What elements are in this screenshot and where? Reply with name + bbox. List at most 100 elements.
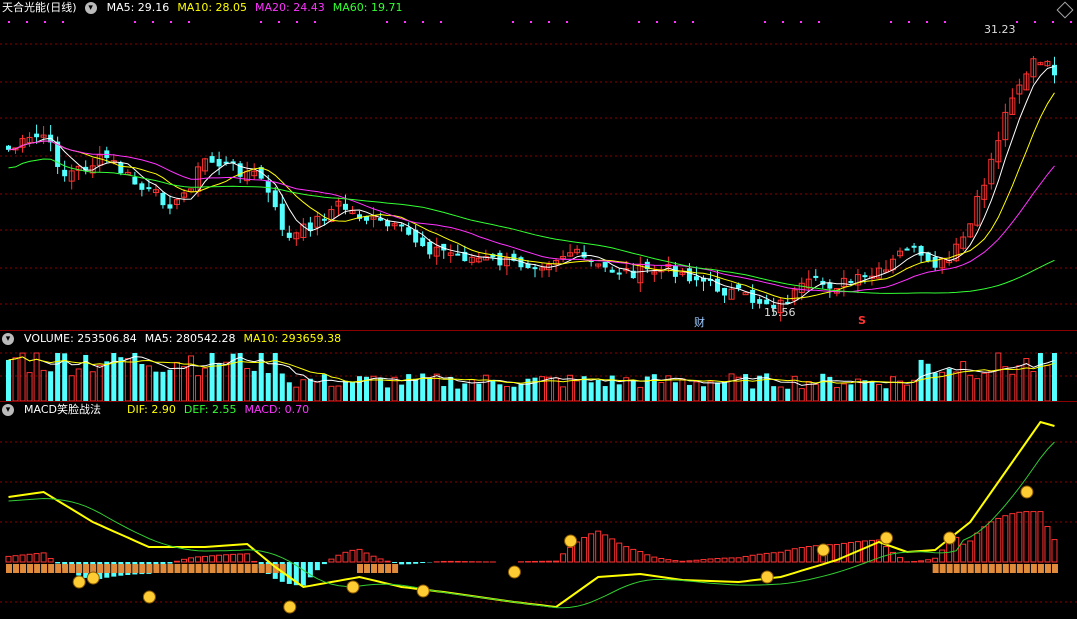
- price-header: 天合光能(日线) ▾ MA5: 29.16 MA10: 28.05 MA20: …: [0, 0, 402, 16]
- candle-body: [406, 227, 412, 235]
- macd-chart[interactable]: [0, 402, 1077, 619]
- macd-bar: [658, 558, 665, 563]
- signal-dot: [1052, 21, 1054, 23]
- macd-bar: [714, 558, 721, 563]
- macd-bar: [420, 562, 426, 564]
- zero-block: [27, 564, 34, 573]
- macd-bar: [223, 554, 230, 563]
- volume-bar: [490, 379, 496, 401]
- candlestick-chart[interactable]: [0, 0, 1077, 330]
- zero-block: [392, 564, 399, 573]
- zero-block: [1002, 564, 1009, 573]
- zero-block: [76, 564, 83, 573]
- zero-block: [1044, 564, 1051, 573]
- volume-bar: [335, 385, 342, 401]
- volume-bar: [181, 366, 187, 401]
- volume-bar: [728, 373, 735, 401]
- zero-block: [20, 564, 27, 573]
- macd-bar: [1051, 539, 1058, 563]
- collapse-caret-icon[interactable]: ▾: [84, 2, 97, 14]
- macd-bar: [399, 562, 405, 565]
- candle-body: [139, 183, 145, 190]
- candle-body: [602, 261, 608, 268]
- macd-bar: [777, 551, 784, 563]
- macd-bar: [356, 548, 363, 563]
- candle-body: [932, 256, 938, 268]
- macd-bar: [328, 558, 335, 563]
- macd-bar: [539, 560, 546, 563]
- volume-bar: [12, 357, 19, 401]
- zero-block: [83, 564, 90, 573]
- volume-bar: [6, 359, 11, 401]
- macd-bar: [609, 538, 616, 563]
- macd-bar: [925, 559, 932, 563]
- volume-bar: [223, 361, 230, 401]
- volume-panel[interactable]: ▾ VOLUME: 253506.84 MA5: 280542.28 MA10:…: [0, 331, 1077, 401]
- volume-bar: [75, 368, 82, 401]
- zero-block: [181, 564, 188, 573]
- signal-dot: [908, 21, 910, 23]
- volume-bar: [616, 384, 622, 401]
- volume-bar: [307, 378, 313, 401]
- macd-bar: [1023, 511, 1030, 563]
- volume-bar: [757, 375, 763, 401]
- volume-bar: [960, 361, 967, 401]
- zero-block: [62, 564, 69, 573]
- macd-bar: [981, 526, 988, 563]
- macd-bar: [5, 555, 12, 563]
- collapse-caret-icon[interactable]: ▾: [2, 333, 14, 345]
- macd-bar: [595, 530, 602, 563]
- zero-block: [195, 564, 202, 573]
- signal-dot: [62, 21, 64, 23]
- macd-bar: [672, 560, 679, 563]
- signal-dot: [530, 21, 532, 23]
- volume-bar: [798, 388, 805, 401]
- zero-block: [146, 564, 153, 573]
- macd-bar: [1044, 526, 1051, 563]
- volume-bar: [26, 372, 33, 401]
- finance-event-mark[interactable]: 财: [694, 314, 705, 330]
- zero-block: [953, 564, 960, 573]
- signal-dot: [134, 21, 136, 23]
- candle-body: [286, 232, 292, 238]
- collapse-caret-icon[interactable]: ▾: [2, 404, 14, 416]
- signal-dot: [818, 21, 820, 23]
- volume-bar: [715, 382, 721, 401]
- smiley-icon: [1020, 485, 1034, 499]
- zero-block: [357, 564, 363, 573]
- volume-header: ▾ VOLUME: 253506.84 MA5: 280542.28 MA10:…: [0, 331, 341, 347]
- zero-block: [364, 564, 371, 573]
- volume-bar: [118, 357, 124, 401]
- macd-panel[interactable]: ▾ MACD笑脸战法 DIF: 2.90 DEF: 2.55 MACD: 0.7…: [0, 402, 1077, 619]
- volume-bar: [427, 378, 433, 401]
- zero-block: [988, 564, 995, 573]
- zero-block: [69, 564, 76, 573]
- candle-body: [693, 276, 699, 281]
- macd-bar: [728, 557, 735, 563]
- candle-body: [911, 245, 917, 248]
- signal-dot: [26, 21, 28, 23]
- volume-bar: [679, 378, 686, 401]
- zero-block: [55, 564, 62, 573]
- macd-bar: [532, 560, 538, 563]
- dif-line: [8, 420, 1055, 609]
- volume-bar: [883, 388, 889, 401]
- macd-bar: [665, 559, 672, 563]
- price-panel[interactable]: 天合光能(日线) ▾ MA5: 29.16 MA10: 28.05 MA20: …: [0, 0, 1077, 330]
- volume-bar: [349, 382, 355, 401]
- volume-bar: [1002, 366, 1009, 401]
- macd-bar: [623, 546, 630, 563]
- volume-bar: [1051, 353, 1057, 401]
- volume-bar: [637, 386, 644, 401]
- signal-dot: [674, 21, 676, 23]
- signal-dot: [1016, 21, 1018, 23]
- volume-bar: [1037, 353, 1043, 401]
- macd-bar: [630, 548, 637, 563]
- zero-block: [981, 564, 988, 573]
- candle-body: [146, 187, 152, 190]
- macd-bar: [33, 553, 40, 563]
- candle-body: [62, 169, 68, 177]
- s-event-mark[interactable]: S: [858, 314, 866, 327]
- macd-bar: [55, 562, 61, 564]
- macd-bar: [230, 553, 237, 563]
